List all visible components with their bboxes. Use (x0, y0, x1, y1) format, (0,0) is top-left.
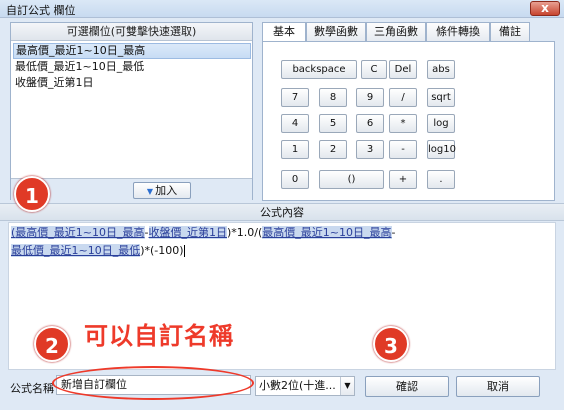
text-caret (183, 245, 185, 257)
key-log[interactable]: log (427, 114, 455, 133)
list-item[interactable]: 最低價_最近1~10日_最低 (13, 59, 251, 75)
key-4[interactable]: 4 (281, 114, 309, 133)
callout-badge-3: 3 (373, 326, 409, 362)
cancel-button[interactable]: 取消 (456, 376, 540, 397)
decimal-select-value: 小數2位(十進... (259, 379, 336, 392)
formula-text-token: )*1.0/( (227, 226, 263, 239)
key-backspace[interactable]: backspace (281, 60, 357, 79)
formula-line-2: 最低價_最近1~10日_最低)*(-100) (11, 243, 185, 259)
key-6[interactable]: 6 (356, 114, 384, 133)
key-delete[interactable]: Del (389, 60, 417, 79)
key-plus[interactable]: + (389, 170, 417, 189)
close-button[interactable]: x (530, 1, 560, 16)
field-list-panel: 可選欄位(可雙擊快速選取) 最高價_最近1~10日_最高 最低價_最近1~10日… (10, 22, 253, 200)
key-log10[interactable]: log10 (427, 140, 456, 159)
tab-basic[interactable]: 基本 (262, 22, 306, 42)
key-8[interactable]: 8 (319, 88, 347, 107)
title-bar: 自訂公式 欄位 x (0, 0, 564, 18)
confirm-button[interactable]: 確認 (365, 376, 449, 397)
key-clear[interactable]: C (361, 60, 387, 79)
formula-text-token: )*(-100) (140, 244, 184, 257)
decimal-select[interactable]: 小數2位(十進... ▼ (255, 376, 355, 396)
key-parentheses[interactable]: () (319, 170, 384, 189)
add-button-label: 加入 (155, 184, 178, 197)
window-title: 自訂公式 欄位 (6, 4, 76, 17)
list-item[interactable]: 收盤價_近第1日 (13, 75, 251, 91)
tab-notes[interactable]: 備註 (490, 22, 530, 41)
highlight-ellipse (52, 366, 254, 400)
arrow-down-icon: ▼ (146, 187, 154, 196)
formula-name-label: 公式名稱 (10, 382, 54, 395)
formula-text-token: - (144, 226, 149, 239)
key-abs[interactable]: abs (427, 60, 455, 79)
key-3[interactable]: 3 (356, 140, 384, 159)
keypad-panel: backspace C Del abs 7 8 9 / sqrt 4 5 6 *… (262, 41, 555, 201)
key-multiply[interactable]: * (389, 114, 417, 133)
callout-badge-1: 1 (14, 176, 50, 212)
tab-math[interactable]: 數學函數 (306, 22, 366, 41)
formula-field-token: 最高價_最近1~10日_最高 (262, 226, 392, 239)
key-7[interactable]: 7 (281, 88, 309, 107)
list-item[interactable]: 最高價_最近1~10日_最高 (13, 43, 251, 59)
key-9[interactable]: 9 (356, 88, 384, 107)
formula-text-token: - (391, 226, 396, 239)
key-sqrt[interactable]: sqrt (427, 88, 455, 107)
chevron-down-icon: ▼ (340, 377, 354, 395)
formula-line-1: (最高價_最近1~10日_最高-收盤價_近第1日)*1.0/(最高價_最近1~1… (11, 225, 396, 241)
tab-condition[interactable]: 條件轉換 (426, 22, 490, 41)
callout-badge-2: 2 (34, 326, 70, 362)
tab-trig[interactable]: 三角函數 (366, 22, 426, 41)
key-1[interactable]: 1 (281, 140, 309, 159)
key-decimal-point[interactable]: . (427, 170, 455, 189)
key-minus[interactable]: - (389, 140, 417, 159)
close-icon: x (541, 1, 549, 15)
field-list-header: 可選欄位(可雙擊快速選取) (11, 23, 252, 41)
key-divide[interactable]: / (389, 88, 417, 107)
formula-field-token: 最高價_最近1~10日_最高 (15, 226, 145, 239)
formula-header: 公式內容 (0, 203, 564, 221)
callout-text: 可以自訂名稱 (84, 322, 234, 350)
formula-field-token: 收盤價_近第1日 (148, 226, 227, 239)
formula-field-token: 最低價_最近1~10日_最低 (11, 244, 141, 257)
add-button[interactable]: ▼ 加入 (133, 182, 191, 199)
key-0[interactable]: 0 (281, 170, 309, 189)
key-2[interactable]: 2 (319, 140, 347, 159)
key-5[interactable]: 5 (319, 114, 347, 133)
